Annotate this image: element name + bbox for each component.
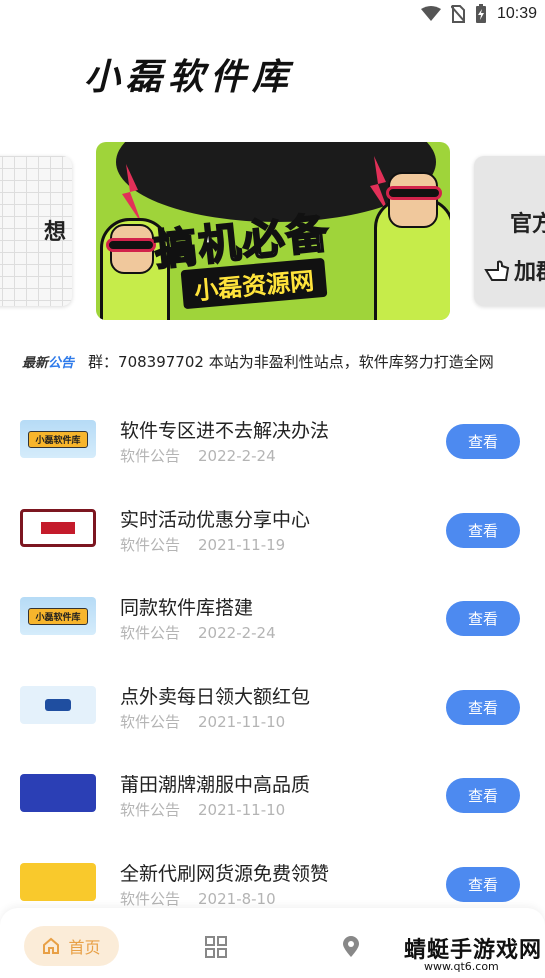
article-list: 小磊软件库 软件专区进不去解决办法 软件公告 2022-2-24 查看 实时活动优… xyxy=(0,400,545,931)
article-meta: 软件公告 2021-8-10 xyxy=(120,888,276,909)
article-title: 全新代刷网货源免费领赞 xyxy=(120,862,330,885)
nav-tab-categories[interactable] xyxy=(205,936,227,962)
article-category: 软件公告 xyxy=(120,535,181,554)
list-item[interactable]: 小磊软件库 同款软件库搭建 软件公告 2022-2-24 查看 xyxy=(0,577,545,666)
thumbnail-text: 小磊软件库 xyxy=(28,607,88,625)
article-thumbnail xyxy=(20,508,96,547)
article-date: 2021-11-10 xyxy=(198,712,286,731)
status-icons: 10:39 xyxy=(420,4,537,24)
article-date: 2022-2-24 xyxy=(198,447,276,465)
list-item[interactable]: 莆田潮牌潮服中高品质 软件公告 2021-11-10 查看 xyxy=(0,754,545,843)
article-title: 实时活动优惠分享中心 xyxy=(120,508,311,531)
article-meta: 软件公告 2021-11-10 xyxy=(120,799,285,820)
grid-icon xyxy=(205,936,227,958)
notice-text: 群：708397702 本站为非盈利性站点，软件库努力打造全网 xyxy=(88,352,494,371)
no-sim-icon xyxy=(450,5,465,23)
app-title: 小磊软件库 xyxy=(84,56,295,98)
thumbnail-banner-shape xyxy=(44,698,72,711)
notice-badge: 最新公告 xyxy=(22,352,74,371)
wifi-icon xyxy=(420,6,441,21)
sunglasses-icon xyxy=(106,238,156,252)
sunglasses-icon xyxy=(386,186,442,200)
view-button[interactable]: 查看 xyxy=(446,778,520,813)
view-button[interactable]: 查看 xyxy=(446,866,520,902)
banner-current[interactable]: 搞机必备 小磊资源网 xyxy=(96,142,450,320)
banner-next-text: 官方 xyxy=(510,212,545,237)
article-meta: 软件公告 2022-2-24 xyxy=(120,622,276,643)
nav-home-label: 首页 xyxy=(68,938,101,957)
notice-marquee[interactable]: 最新公告 群：708397702 本站为非盈利性站点，软件库努力打造全网 xyxy=(0,346,545,376)
banner-character-face xyxy=(388,172,438,228)
home-icon xyxy=(43,937,60,954)
view-button[interactable]: 查看 xyxy=(446,601,520,636)
watermark-logo: 蜻蜓手游戏网 www.qt6.com xyxy=(398,928,541,976)
article-thumbnail: 小磊软件库 xyxy=(20,420,96,458)
article-category: 软件公告 xyxy=(120,712,181,731)
article-meta: 软件公告 2022-2-24 xyxy=(120,445,276,466)
watermark-url: www.qt6.com xyxy=(424,960,499,973)
battery-charging-icon xyxy=(475,4,486,23)
pointing-hand-icon xyxy=(484,260,510,281)
article-meta: 软件公告 2021-11-19 xyxy=(120,534,285,555)
article-title: 软件专区进不去解决办法 xyxy=(120,420,330,442)
article-date: 2022-2-24 xyxy=(198,624,276,642)
banner-carousel[interactable]: 想 搞机必备 小磊资源网 官方 加群 xyxy=(0,138,545,328)
article-title: 点外卖每日领大额红包 xyxy=(120,685,311,708)
nav-tab-home[interactable]: 首页 xyxy=(24,926,119,966)
article-category: 软件公告 xyxy=(120,801,181,819)
list-item[interactable]: 实时活动优惠分享中心 软件公告 2021-11-19 查看 xyxy=(0,489,545,578)
thumbnail-text: 小磊软件库 xyxy=(28,430,88,448)
view-button[interactable]: 查看 xyxy=(446,512,520,548)
article-date: 2021-11-10 xyxy=(198,801,286,819)
article-category: 软件公告 xyxy=(120,889,181,908)
thumbnail-banner-shape xyxy=(56,788,59,798)
nav-tab-discover[interactable] xyxy=(342,936,360,962)
article-title: 同款软件库搭建 xyxy=(120,597,254,619)
article-category: 软件公告 xyxy=(120,624,181,642)
banner-next[interactable]: 官方 加群 xyxy=(474,156,545,306)
list-item[interactable]: 小磊软件库 软件专区进不去解决办法 软件公告 2022-2-24 查看 xyxy=(0,400,545,489)
thumbnail-banner-shape xyxy=(41,521,75,534)
article-category: 软件公告 xyxy=(120,447,181,465)
view-button[interactable]: 查看 xyxy=(446,424,520,459)
banner-prev[interactable]: 想 xyxy=(0,156,72,306)
banner-next-text: 加群 xyxy=(514,260,545,285)
notice-badge-accent: 公告 xyxy=(48,355,75,371)
status-time: 10:39 xyxy=(496,5,537,22)
location-pin-icon xyxy=(343,936,359,957)
article-date: 2021-11-19 xyxy=(198,535,286,554)
banner-prev-text: 想 xyxy=(43,220,66,245)
article-thumbnail: 小磊软件库 xyxy=(20,597,96,635)
status-bar: 10:39 xyxy=(0,0,545,32)
view-button[interactable]: 查看 xyxy=(446,689,520,725)
list-item[interactable]: 点外卖每日领大额红包 软件公告 2021-11-10 查看 xyxy=(0,666,545,755)
article-thumbnail xyxy=(20,862,96,901)
article-thumbnail xyxy=(20,774,96,812)
thumbnail-banner-shape xyxy=(56,877,59,887)
article-title: 莆田潮牌潮服中高品质 xyxy=(120,774,311,796)
notice-badge-prefix: 最新 xyxy=(22,355,49,371)
article-thumbnail xyxy=(20,685,96,724)
lightning-icon xyxy=(122,164,142,224)
article-meta: 软件公告 2021-11-10 xyxy=(120,711,285,732)
article-date: 2021-8-10 xyxy=(198,889,276,908)
